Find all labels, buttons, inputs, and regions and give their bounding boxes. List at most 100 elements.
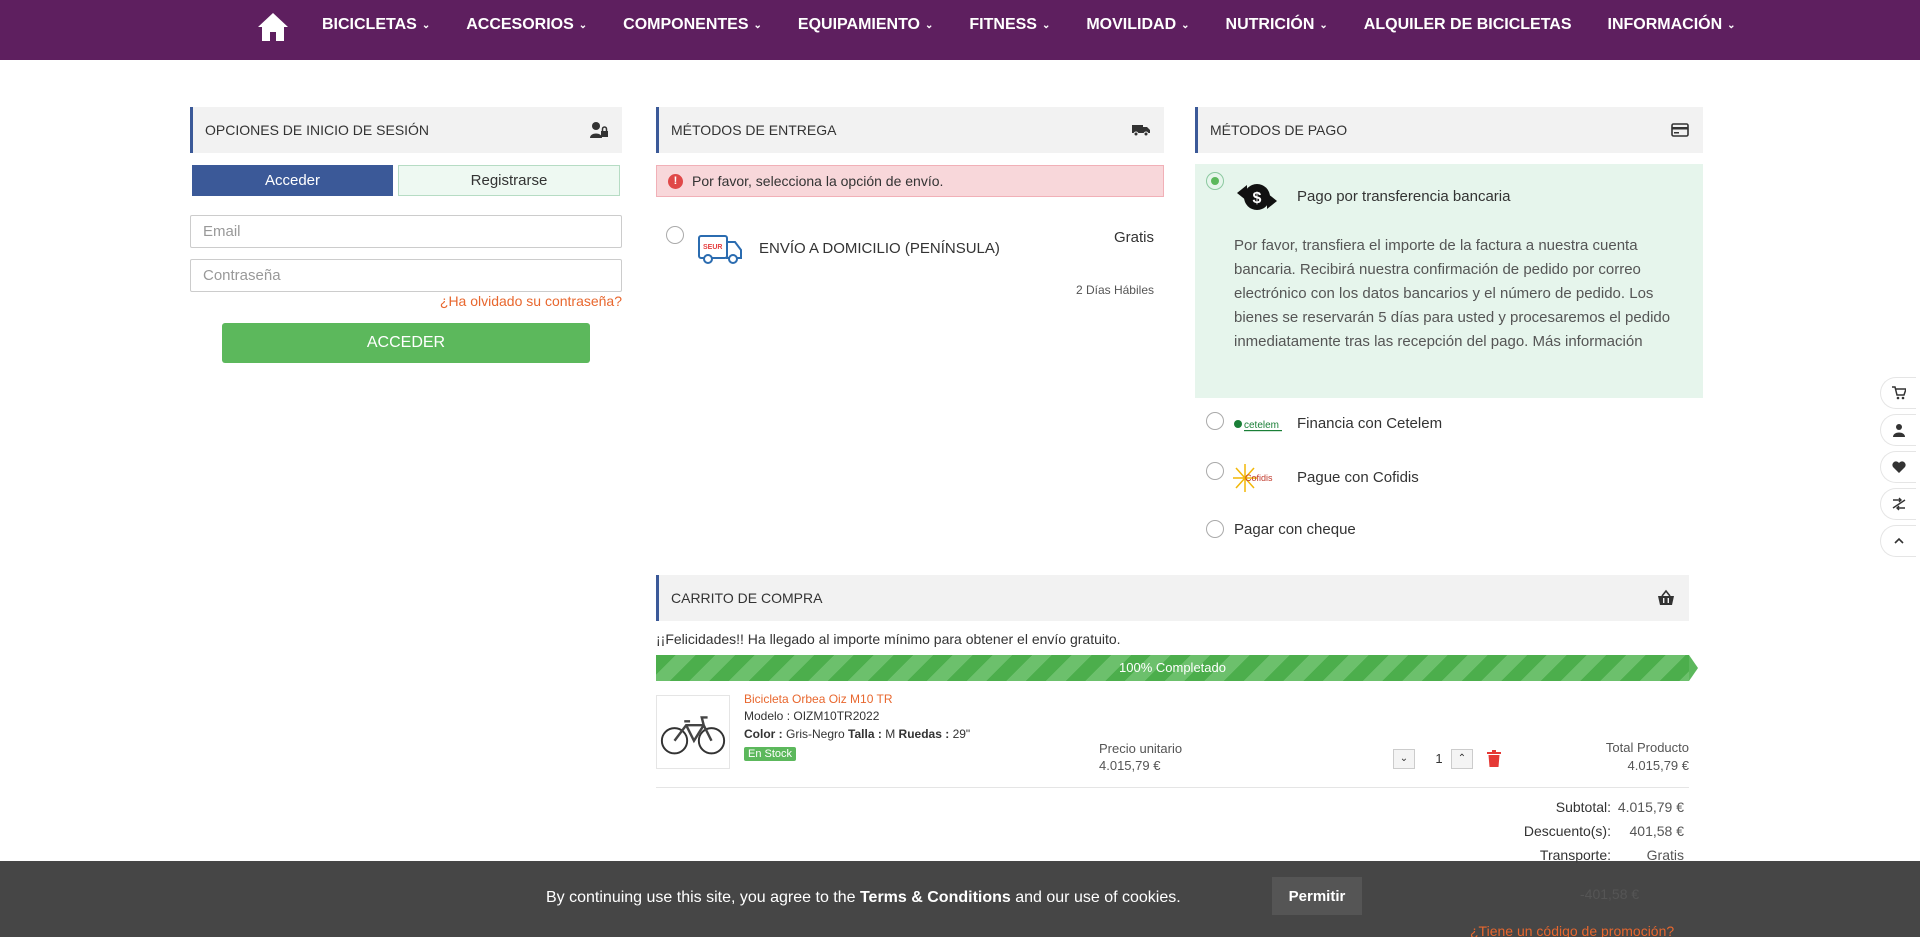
login-tab[interactable]: Acceder	[192, 165, 393, 196]
payment-label-cheque: Pagar con cheque	[1234, 521, 1356, 538]
chevron-down-icon: ⌄	[1181, 19, 1190, 31]
delivery-panel-header: MÉTODOS DE ENTREGA	[656, 107, 1164, 153]
forgot-password-link[interactable]: ¿Ha olvidado su contraseña?	[432, 293, 622, 309]
chevron-down-icon: ⌄	[421, 19, 431, 31]
login-panel-header: OPCIONES DE INICIO DE SESIÓN	[190, 107, 622, 153]
nav-item-equipamiento[interactable]: EQUIPAMIENTO ⌄	[798, 16, 933, 34]
delivery-van-logo: SEUR	[698, 235, 742, 264]
wheels-label: Ruedas :	[898, 727, 950, 741]
compare-icon	[1892, 497, 1905, 511]
side-cart-button[interactable]	[1880, 377, 1916, 409]
chevron-down-icon: ⌄	[753, 19, 762, 31]
shipping-alert: ! Por favor, selecciona la opción de env…	[656, 165, 1164, 197]
cetelem-logo-text: cetelem	[1244, 420, 1279, 431]
payment-label-transfer: Pago por transferencia bancaria	[1297, 188, 1511, 205]
chevron-down-icon: ⌄	[578, 19, 588, 31]
home-icon[interactable]	[256, 10, 290, 44]
chevron-up-icon	[1893, 537, 1904, 544]
cofidis-logo: Cofidis	[1233, 464, 1273, 492]
nav-item-bicicletas[interactable]: BICICLETAS ⌄	[322, 16, 430, 34]
progress-arrow-tip	[1689, 655, 1698, 681]
shipping-option-radio[interactable]	[666, 226, 684, 244]
heart-icon	[1891, 461, 1906, 473]
nav-item-accesorios[interactable]: ACCESORIOS ⌄	[466, 16, 587, 34]
payment-radio-cheque[interactable]	[1206, 520, 1224, 538]
obscured-total-value: -401,58 €	[1580, 886, 1640, 902]
cart-panel-title: CARRITO DE COMPRA	[671, 590, 823, 606]
side-wishlist-button[interactable]	[1880, 451, 1916, 483]
nav-item-fitness[interactable]: FITNESS ⌄	[969, 16, 1050, 34]
side-compare-button[interactable]	[1880, 488, 1916, 520]
nav-label: INFORMACIÓN	[1607, 16, 1723, 33]
nav-label: MOVILIDAD	[1086, 16, 1177, 33]
user-lock-icon	[590, 122, 608, 138]
password-field[interactable]: Contraseña	[190, 259, 622, 292]
exclamation-icon: !	[668, 174, 683, 189]
unit-price-label: Precio unitario	[1099, 741, 1183, 756]
payment-transfer-description: Por favor, transfiera el importe de la f…	[1234, 237, 1671, 350]
product-attributes: Color : Gris-Negro Talla : M Ruedas : 29…	[744, 727, 970, 741]
shipping-option-name: ENVÍO A DOMICILIO (PENÍNSULA)	[759, 240, 1000, 257]
qty-decrease-button[interactable]: ⌄	[1393, 749, 1415, 769]
wheels-value: 29"	[952, 727, 971, 741]
nav-label: FITNESS	[969, 16, 1037, 33]
progress-label: 100% Completado	[1119, 660, 1226, 675]
nav-menu: BICICLETAS ⌄ ACCESORIOS ⌄ COMPONENTES ⌄ EQU…	[322, 0, 1772, 50]
qty-increase-button[interactable]: ⌃	[1451, 749, 1473, 769]
cart-panel-header: CARRITO DE COMPRA	[656, 575, 1689, 621]
color-label: Color :	[744, 727, 783, 741]
basket-icon	[1658, 589, 1674, 605]
cookie-text-part: and our use of cookies.	[1010, 889, 1181, 906]
payment-label-cetelem: Financia con Cetelem	[1297, 415, 1443, 432]
register-tab[interactable]: Registrarse	[398, 165, 620, 196]
total-product-value: 4.015,79 €	[1627, 758, 1689, 773]
nav-item-componentes[interactable]: COMPONENTES ⌄	[623, 16, 762, 34]
cookie-text-part: By continuing use this site, you agree t…	[546, 889, 860, 906]
seur-logo-text: SEUR	[703, 244, 722, 251]
total-product-label: Total Producto	[1605, 740, 1689, 755]
nav-item-nutricion[interactable]: NUTRICIÓN ⌄	[1226, 16, 1328, 34]
payment-panel-header: MÉTODOS DE PAGO	[1195, 107, 1703, 153]
email-field[interactable]: Email	[190, 215, 622, 248]
top-navigation: BICICLETAS ⌄ ACCESORIOS ⌄ COMPONENTES ⌄ EQU…	[0, 0, 1920, 60]
nav-label: ACCESORIOS	[466, 16, 574, 33]
payment-radio-transfer[interactable]	[1206, 172, 1224, 190]
side-account-button[interactable]	[1880, 414, 1916, 446]
credit-card-icon	[1671, 123, 1689, 137]
nav-label: NUTRICIÓN	[1225, 16, 1315, 33]
cookie-consent-bar: -401,58 € ¿Tiene un código de promoción?…	[0, 861, 1920, 937]
shipping-alert-text: Por favor, selecciona la opción de envío…	[692, 173, 944, 189]
cookie-accept-button[interactable]: Permitir	[1272, 877, 1362, 915]
cetelem-logo: cetelem	[1234, 420, 1282, 432]
bank-transfer-icon: $	[1237, 184, 1277, 210]
cookie-message: By continuing use this site, you agree t…	[546, 889, 1181, 907]
nav-item-alquiler[interactable]: ALQUILER DE BICICLETAS	[1364, 16, 1572, 34]
discount-value: 401,58 €	[1629, 823, 1685, 839]
chevron-down-icon: ⌄	[1319, 19, 1328, 31]
product-name-link[interactable]: Bicicleta Orbea Oiz M10 TR	[744, 692, 893, 706]
payment-label-cofidis: Pague con Cofidis	[1297, 469, 1419, 486]
nav-label: COMPONENTES	[623, 16, 749, 33]
login-submit-button[interactable]: ACCEDER	[222, 323, 590, 363]
product-model: Modelo : OIZM10TR2022	[744, 709, 879, 723]
payment-radio-cofidis[interactable]	[1206, 462, 1224, 480]
size-label: Talla :	[848, 727, 882, 741]
color-value: Gris-Negro	[786, 727, 845, 741]
truck-icon	[1132, 125, 1150, 137]
nav-item-movilidad[interactable]: MOVILIDAD ⌄	[1086, 16, 1189, 34]
nav-label: ALQUILER DE BICICLETAS	[1363, 16, 1572, 33]
stock-badge: En Stock	[744, 747, 797, 761]
model-value: OIZM10TR2022	[793, 709, 880, 723]
payment-radio-cetelem[interactable]	[1206, 412, 1224, 430]
side-scroll-top-button[interactable]	[1880, 525, 1916, 557]
chevron-down-icon: ⌄	[925, 19, 934, 31]
payment-panel-title: MÉTODOS DE PAGO	[1210, 122, 1348, 138]
terms-link[interactable]: Terms & Conditions	[860, 889, 1011, 906]
nav-item-informacion[interactable]: INFORMACIÓN ⌄	[1608, 16, 1736, 34]
trash-icon[interactable]	[1487, 750, 1501, 767]
cart-divider	[656, 787, 1689, 788]
shipping-option-price: Gratis	[1113, 229, 1154, 246]
promo-code-link[interactable]: ¿Tiene un código de promoción?	[1470, 923, 1674, 937]
model-label: Modelo :	[744, 709, 791, 723]
product-thumbnail[interactable]	[656, 695, 730, 769]
